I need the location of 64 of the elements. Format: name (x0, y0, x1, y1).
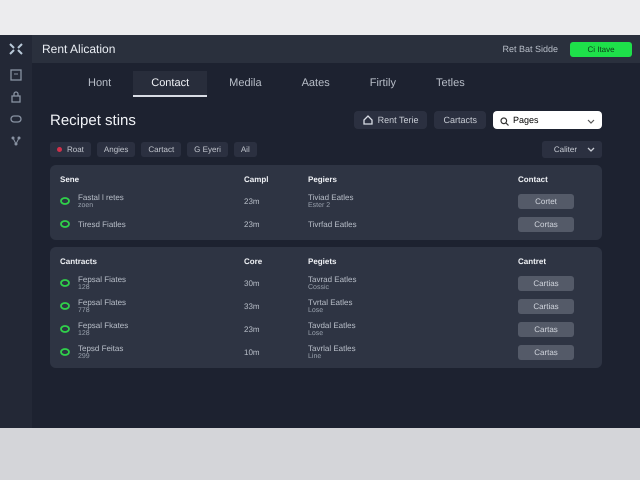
filter-dropdown[interactable]: Caliter (542, 141, 602, 158)
status-icon (60, 197, 70, 205)
column-header: Cantret (518, 256, 548, 266)
table-cell-text: Tavrlal Eatles (308, 344, 357, 352)
column-header: Core (244, 256, 264, 266)
table-cell: Fepsal Fiates (78, 274, 126, 284)
table-cell: Tiresd Fiatles (78, 220, 126, 228)
column-header: Campl (244, 174, 270, 184)
column-header: Contact (518, 174, 549, 184)
caret-icon (587, 147, 595, 152)
toolbar-button[interactable]: Rent Terie (354, 111, 428, 129)
status-icon (60, 279, 70, 287)
search-field[interactable]: Pages (493, 111, 602, 129)
filter-chip[interactable]: Cartact (141, 142, 182, 157)
caret-icon (587, 119, 595, 124)
header-link[interactable]: Ret Bat Sidde (502, 44, 558, 54)
page-title: Recipet stins (50, 112, 137, 128)
table-cell-text: 33m (244, 302, 261, 310)
status-icon (60, 302, 70, 310)
contact-button[interactable]: Cortet (518, 194, 574, 208)
contact-button[interactable]: Cortas (518, 216, 574, 232)
tab[interactable]: Hont (70, 71, 130, 97)
column-header: Cantracts (60, 256, 98, 266)
table-cell-text: Tavdal Eatles (308, 320, 357, 330)
filter-chip[interactable]: Roat (50, 142, 91, 157)
tab[interactable]: Medila (211, 71, 280, 97)
table-cell: Fepsal Fkates (78, 320, 128, 330)
status-icon (60, 325, 70, 333)
contact-button[interactable]: Cartias (518, 276, 574, 290)
filter-chip[interactable]: Angies (96, 142, 136, 157)
table-cell-text: Tiviad Eatles (308, 192, 354, 202)
tab[interactable]: Firtily (352, 71, 414, 97)
window-icon[interactable] (10, 69, 22, 81)
nodes-icon[interactable] (10, 135, 22, 147)
table-cell-text: 10m (244, 348, 261, 356)
filter-chip[interactable]: Ail (234, 142, 257, 157)
table-cell: Tepsd Feitas (78, 344, 124, 352)
table-cell: Fastal l retes (78, 192, 124, 202)
filter-chip[interactable]: G Eyeri (187, 142, 228, 157)
toolbar-button[interactable]: Cartacts (434, 111, 486, 129)
column-header: Pegiets (308, 256, 338, 266)
contact-button[interactable]: Cartas (518, 322, 574, 336)
status-icon (60, 348, 70, 356)
table-cell-text: Tvrtal Eatles (308, 298, 354, 306)
tab[interactable]: Contact (133, 71, 208, 97)
tab[interactable]: Aates (284, 71, 348, 97)
column-header: Pegiers (308, 174, 338, 184)
table-cell-text: Tavrad Eatles (308, 274, 358, 284)
table-cell-text: 23m (244, 196, 261, 206)
logo-icon (9, 43, 23, 55)
table-cell-text: 23m (244, 324, 261, 334)
lock-icon[interactable] (10, 91, 22, 103)
table-cell-text: Tivrfad Eatles (308, 220, 358, 228)
tab[interactable]: Tetles (418, 71, 483, 97)
contact-button[interactable]: Cartias (518, 298, 574, 314)
app-title: Rent Alication (42, 42, 116, 56)
table-cell-text: 30m (244, 278, 261, 288)
status-icon (60, 220, 70, 228)
contact-button[interactable]: Cartas (518, 344, 574, 360)
table-cell-text: 23m (244, 220, 261, 228)
home-icon (362, 115, 373, 125)
table-cell: Fepsal Flates (78, 298, 126, 306)
column-header: Sene (60, 174, 80, 184)
action-button[interactable]: Ci Itave (570, 42, 632, 56)
